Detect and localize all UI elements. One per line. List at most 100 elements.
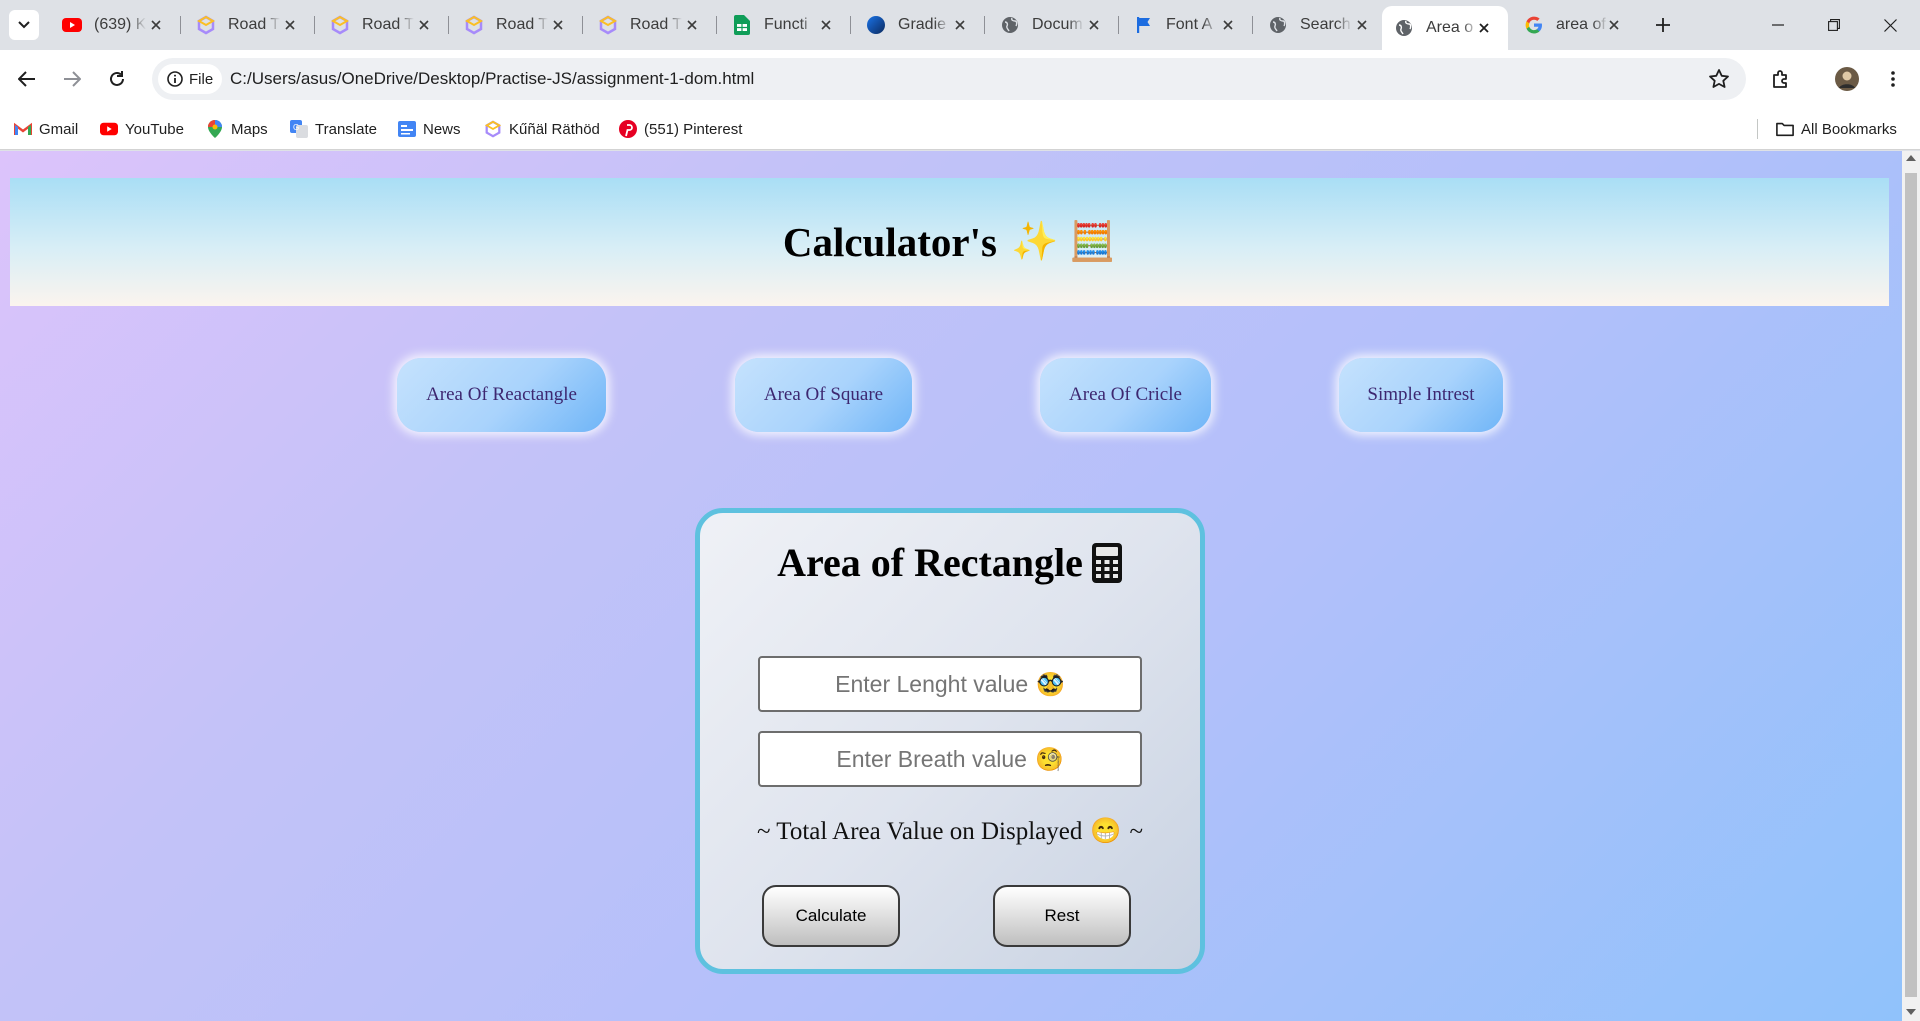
tab-separator — [180, 16, 181, 34]
site-info-label: File — [189, 70, 214, 88]
bookmark-label: News — [423, 120, 461, 138]
monocle-face-icon: 🧐 — [1034, 745, 1064, 772]
grinning-face-icon: 😁 — [1090, 818, 1122, 845]
tab-roadmap-2[interactable]: Road T — [318, 10, 449, 40]
menu-button[interactable] — [1876, 62, 1910, 96]
youtube-icon — [100, 120, 118, 138]
tab-roadmap-4[interactable]: Road T — [586, 10, 717, 40]
forward-button[interactable] — [55, 62, 89, 96]
close-icon[interactable] — [280, 15, 300, 35]
calculator-icon — [1091, 542, 1122, 583]
tab-title: Road T — [496, 16, 548, 33]
close-icon[interactable] — [1474, 18, 1494, 38]
avatar — [1835, 67, 1859, 91]
reset-button[interactable]: Rest — [993, 885, 1131, 947]
plus-icon — [1656, 18, 1670, 32]
extensions-button[interactable] — [1764, 62, 1798, 96]
tab-title: Road T — [228, 16, 280, 33]
close-icon[interactable] — [682, 15, 702, 35]
calculator-card: Area of Rectangle Enter Lenght value 🥸 E… — [695, 508, 1205, 974]
close-icon[interactable] — [1084, 15, 1104, 35]
site-info-chip[interactable]: File — [158, 64, 222, 94]
close-icon[interactable] — [1218, 15, 1238, 35]
nav-area-rectangle-button[interactable]: Area Of Reactangle — [397, 358, 606, 432]
page-scrollbar[interactable] — [1902, 151, 1920, 1021]
restore-icon — [1828, 19, 1840, 31]
nav-area-square-button[interactable]: Area Of Square — [735, 358, 912, 432]
bookmark-label: Kűñäl Räthöd — [509, 120, 600, 138]
scroll-up-arrow-icon[interactable] — [1906, 155, 1916, 161]
bookmark-maps[interactable]: Maps — [206, 116, 268, 142]
tab-strip: (639) K Road T Road T Road T Road T Func… — [0, 0, 1920, 50]
tab-functions[interactable]: Functi — [720, 10, 851, 40]
gmail-icon — [14, 120, 32, 138]
tab-title: (639) K — [94, 16, 146, 33]
tab-search[interactable]: Search — [1256, 10, 1386, 40]
bookmark-label: YouTube — [125, 120, 184, 138]
tab-separator — [314, 16, 315, 34]
restore-button[interactable] — [1806, 0, 1862, 50]
bookmark-youtube[interactable]: YouTube — [100, 116, 184, 142]
chevron-down-icon — [18, 21, 30, 29]
all-bookmarks-label: All Bookmarks — [1801, 120, 1897, 138]
close-icon[interactable] — [816, 15, 836, 35]
puzzle-icon — [1773, 70, 1787, 88]
close-icon[interactable] — [146, 15, 166, 35]
more-vert-icon — [1891, 71, 1895, 87]
scroll-thumb[interactable] — [1905, 173, 1917, 997]
tab-roadmap-3[interactable]: Road T — [452, 10, 583, 40]
back-button[interactable] — [10, 62, 44, 96]
pinterest-icon — [619, 120, 637, 138]
tab-youtube[interactable]: (639) K — [50, 10, 181, 40]
youtube-icon — [62, 15, 82, 35]
svg-text:G: G — [293, 123, 299, 132]
tab-search-button[interactable] — [9, 10, 39, 40]
tab-font-awesome[interactable]: Font A — [1122, 10, 1253, 40]
result-display: ~ Total Area Value on Displayed 😁 ~ — [700, 817, 1200, 846]
bookmark-gmail[interactable]: Gmail — [14, 116, 78, 142]
nav-area-circle-button[interactable]: Area Of Cricle — [1040, 358, 1211, 432]
close-icon[interactable] — [548, 15, 568, 35]
tab-area-active[interactable]: Area o — [1382, 6, 1508, 50]
browser-toolbar: File C:/Users/asus/OneDrive/Desktop/Prac… — [0, 50, 1920, 108]
minimize-button[interactable] — [1750, 0, 1806, 50]
folder-icon — [1776, 120, 1794, 138]
new-tab-button[interactable] — [1648, 10, 1678, 40]
bookmark-translate[interactable]: G Translate — [290, 116, 377, 142]
news-icon — [398, 120, 416, 138]
sparkles-abacus-icon: ✨ 🧮 — [1010, 221, 1117, 263]
tab-document[interactable]: Docum — [988, 10, 1119, 40]
bookmark-label: Maps — [231, 120, 268, 138]
close-icon[interactable] — [1352, 15, 1372, 35]
url-text[interactable]: C:/Users/asus/OneDrive/Desktop/Practise-… — [230, 69, 754, 89]
reload-button[interactable] — [100, 62, 134, 96]
length-placeholder: Enter Lenght value — [835, 670, 1029, 697]
profile-avatar[interactable] — [1830, 62, 1864, 96]
length-input[interactable]: Enter Lenght value 🥸 — [758, 656, 1142, 712]
tab-title: Gradie — [898, 16, 947, 33]
all-bookmarks[interactable]: All Bookmarks — [1776, 116, 1897, 142]
address-bar[interactable]: File C:/Users/asus/OneDrive/Desktop/Prac… — [152, 58, 1746, 100]
bookmark-kunal-rathod[interactable]: Kűñäl Räthöd — [484, 116, 600, 142]
breadth-input[interactable]: Enter Breath value 🧐 — [758, 731, 1142, 787]
window-close-button[interactable] — [1862, 0, 1918, 50]
tab-separator — [582, 16, 583, 34]
close-icon[interactable] — [950, 15, 970, 35]
tab-google-area[interactable]: area of — [1512, 10, 1638, 40]
card-title-text: Area of Rectangle — [777, 540, 1083, 585]
tab-title: area of — [1556, 16, 1606, 33]
bookmark-pinterest[interactable]: (551) Pinterest — [619, 116, 742, 142]
scroll-down-arrow-icon[interactable] — [1906, 1009, 1916, 1015]
roadmap-icon — [484, 120, 502, 138]
nav-simple-interest-button[interactable]: Simple Intrest — [1339, 358, 1503, 432]
tab-title: Font A — [1166, 16, 1213, 33]
close-icon[interactable] — [1604, 15, 1624, 35]
calculate-button[interactable]: Calculate — [762, 885, 900, 947]
close-icon[interactable] — [414, 15, 434, 35]
tab-gradient[interactable]: Gradie — [854, 10, 985, 40]
tab-roadmap-1[interactable]: Road T — [184, 10, 315, 40]
bookmark-news[interactable]: News — [398, 116, 461, 142]
tab-separator — [850, 16, 851, 34]
star-icon[interactable] — [1708, 68, 1730, 90]
bookmarks-divider — [1757, 119, 1758, 139]
